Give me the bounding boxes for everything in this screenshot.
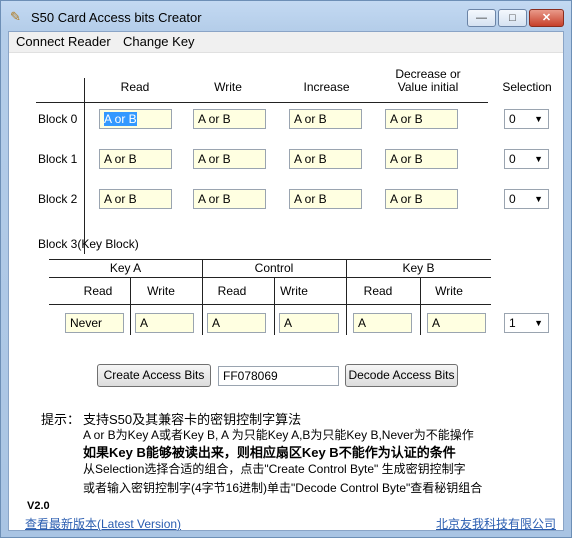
company-link[interactable]: 北京友我科技有限公司	[436, 515, 556, 532]
block-2-decrease-field[interactable]: A or B	[385, 189, 458, 209]
block-1-read-field[interactable]: A or B	[99, 149, 172, 169]
subheader-read: Read	[217, 284, 247, 298]
block-2-read-field[interactable]: A or B	[99, 189, 172, 209]
dropdown-arrow-icon: ▼	[534, 318, 543, 328]
block-0-decrease-field[interactable]: A or B	[385, 109, 458, 129]
tips-line-3: 如果Key B能够被读出来，则相应扇区Key B不能作为认证的条件	[83, 445, 456, 460]
block-1-label: Block 1	[38, 152, 78, 166]
block-0-increase-field[interactable]: A or B	[289, 109, 362, 129]
block-1-selection-combo[interactable]: 0 ▼	[504, 149, 549, 169]
header-selection: Selection	[502, 80, 552, 94]
subheader-write: Write	[147, 284, 175, 298]
header-increase: Increase	[303, 80, 350, 94]
block-1-selection-value: 0	[509, 152, 516, 166]
grid-divider-vertical	[84, 78, 85, 254]
block-1-decrease-field[interactable]: A or B	[385, 149, 458, 169]
subheader-write: Write	[280, 284, 308, 298]
create-access-bits-button[interactable]: Create Access Bits	[97, 364, 211, 387]
block-0-selection-value: 0	[509, 112, 516, 126]
key-b-read-field[interactable]: A	[353, 313, 412, 333]
app-window: ✎ S50 Card Access bits Creator — □ ✕ Con…	[0, 0, 572, 538]
minimize-button[interactable]: —	[467, 9, 496, 27]
header-write: Write	[214, 80, 242, 94]
dropdown-arrow-icon: ▼	[534, 114, 543, 124]
group-key-a: Key A	[109, 261, 142, 275]
key-block-selection-value: 1	[509, 316, 516, 330]
block-2-write-field[interactable]: A or B	[193, 189, 266, 209]
key-block-group-line	[49, 277, 491, 278]
key-block-header-line	[49, 304, 491, 305]
block-2-increase-field[interactable]: A or B	[289, 189, 362, 209]
key-b-write-field[interactable]: A	[427, 313, 486, 333]
tips-line-4: 从Selection选择合适的组合，点击"Create Control Byte…	[83, 462, 466, 476]
key-a-write-field[interactable]: A	[135, 313, 194, 333]
version-label: V2.0	[27, 500, 50, 512]
menu-bar: Connect Reader Change Key	[9, 32, 563, 53]
group-control: Control	[254, 261, 294, 275]
block-0-selection-combo[interactable]: 0 ▼	[504, 109, 549, 129]
client-area: Connect Reader Change Key Read Write Inc…	[8, 31, 564, 531]
close-button[interactable]: ✕	[529, 9, 564, 27]
block-1-write-field[interactable]: A or B	[193, 149, 266, 169]
maximize-button[interactable]: □	[498, 9, 527, 27]
block-0-label: Block 0	[38, 112, 78, 126]
tips-prefix: 提示：	[41, 412, 81, 427]
control-read-field[interactable]: A	[207, 313, 266, 333]
window-title: S50 Card Access bits Creator	[31, 10, 202, 25]
access-bits-input[interactable]: FF078069	[218, 366, 339, 386]
block-0-read-field[interactable]: A or B	[99, 109, 172, 129]
tips-line-2: A or B为Key A或者Key B, A 为只能Key A,B为只能Key …	[83, 428, 474, 442]
block-2-selection-value: 0	[509, 192, 516, 206]
subheader-write: Write	[435, 284, 463, 298]
key-block-top-line	[49, 259, 491, 260]
block-0-write-field[interactable]: A or B	[193, 109, 266, 129]
latest-version-link[interactable]: 查看最新版本(Latest Version)	[25, 515, 181, 532]
dropdown-arrow-icon: ▼	[534, 154, 543, 164]
tips-line-5: 或者输入密钥控制字(4字节16进制)单击"Decode Control Byte…	[83, 481, 483, 495]
menu-connect-reader[interactable]: Connect Reader	[16, 34, 111, 49]
subheader-read: Read	[83, 284, 113, 298]
key-block-selection-combo[interactable]: 1 ▼	[504, 313, 549, 333]
group-key-b: Key B	[402, 261, 435, 275]
app-icon: ✎	[10, 9, 21, 24]
key-a-read-field[interactable]: Never	[65, 313, 124, 333]
block-0-read-value: A or B	[104, 112, 137, 126]
grid-divider-horizontal	[36, 102, 488, 103]
dropdown-arrow-icon: ▼	[534, 194, 543, 204]
block-2-selection-combo[interactable]: 0 ▼	[504, 189, 549, 209]
header-read: Read	[120, 80, 150, 94]
control-write-field[interactable]: A	[279, 313, 339, 333]
block-1-increase-field[interactable]: A or B	[289, 149, 362, 169]
title-bar[interactable]: ✎ S50 Card Access bits Creator — □ ✕	[1, 1, 571, 31]
block-2-label: Block 2	[38, 192, 78, 206]
menu-change-key[interactable]: Change Key	[123, 34, 195, 49]
decode-access-bits-button[interactable]: Decode Access Bits	[345, 364, 458, 387]
key-block-title: Block 3(Key Block)	[38, 237, 139, 251]
header-decrease: Decrease or Value initial	[395, 67, 461, 94]
subheader-read: Read	[363, 284, 393, 298]
